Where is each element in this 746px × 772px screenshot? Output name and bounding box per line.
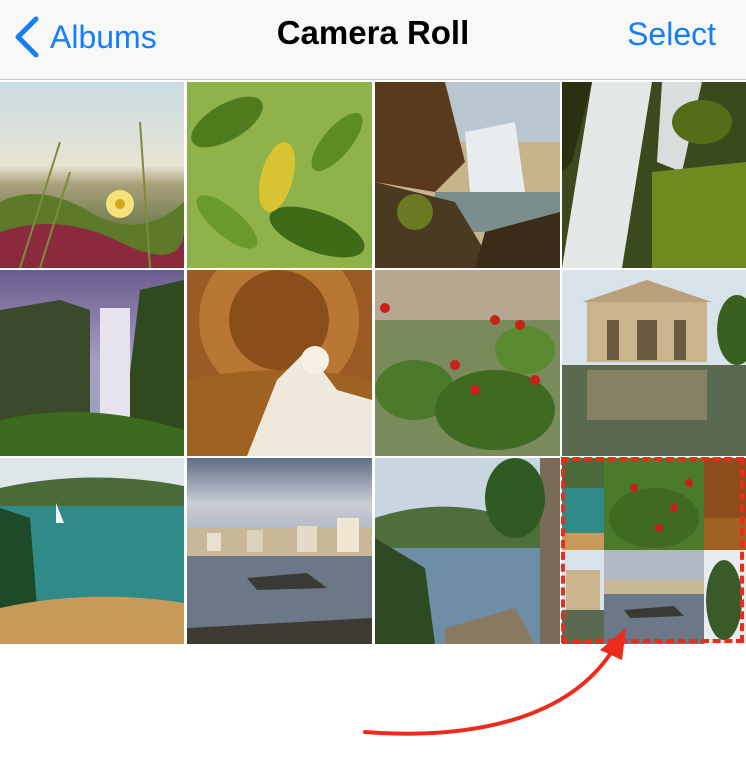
- photo-sailboat-bay[interactable]: [0, 458, 184, 644]
- photo-waterfall-sunset[interactable]: [375, 82, 560, 268]
- preview-dome-piece: [704, 458, 746, 550]
- photo-red-berries[interactable]: [375, 270, 560, 456]
- drag-preview[interactable]: [562, 458, 746, 644]
- photo-coastal-village[interactable]: [187, 458, 372, 644]
- preview-sailboat-piece: [562, 458, 604, 550]
- navigation-bar: Albums Camera Roll Select: [0, 0, 746, 80]
- select-button[interactable]: Select: [627, 16, 716, 53]
- preview-pavilion-piece: [562, 550, 604, 644]
- photo-cliff-coast[interactable]: [375, 458, 560, 644]
- photo-skogafoss[interactable]: [0, 270, 184, 456]
- photo-pavilion-pond[interactable]: [562, 270, 746, 456]
- preview-coast-piece: [704, 550, 746, 644]
- photo-mossy-falls[interactable]: [562, 82, 746, 268]
- photo-dune-flower[interactable]: [0, 82, 184, 268]
- preview-berries-piece: [604, 458, 704, 550]
- photo-dome-statue[interactable]: [187, 270, 372, 456]
- preview-village-piece: [604, 550, 704, 644]
- photo-lemon-leaves[interactable]: [187, 82, 372, 268]
